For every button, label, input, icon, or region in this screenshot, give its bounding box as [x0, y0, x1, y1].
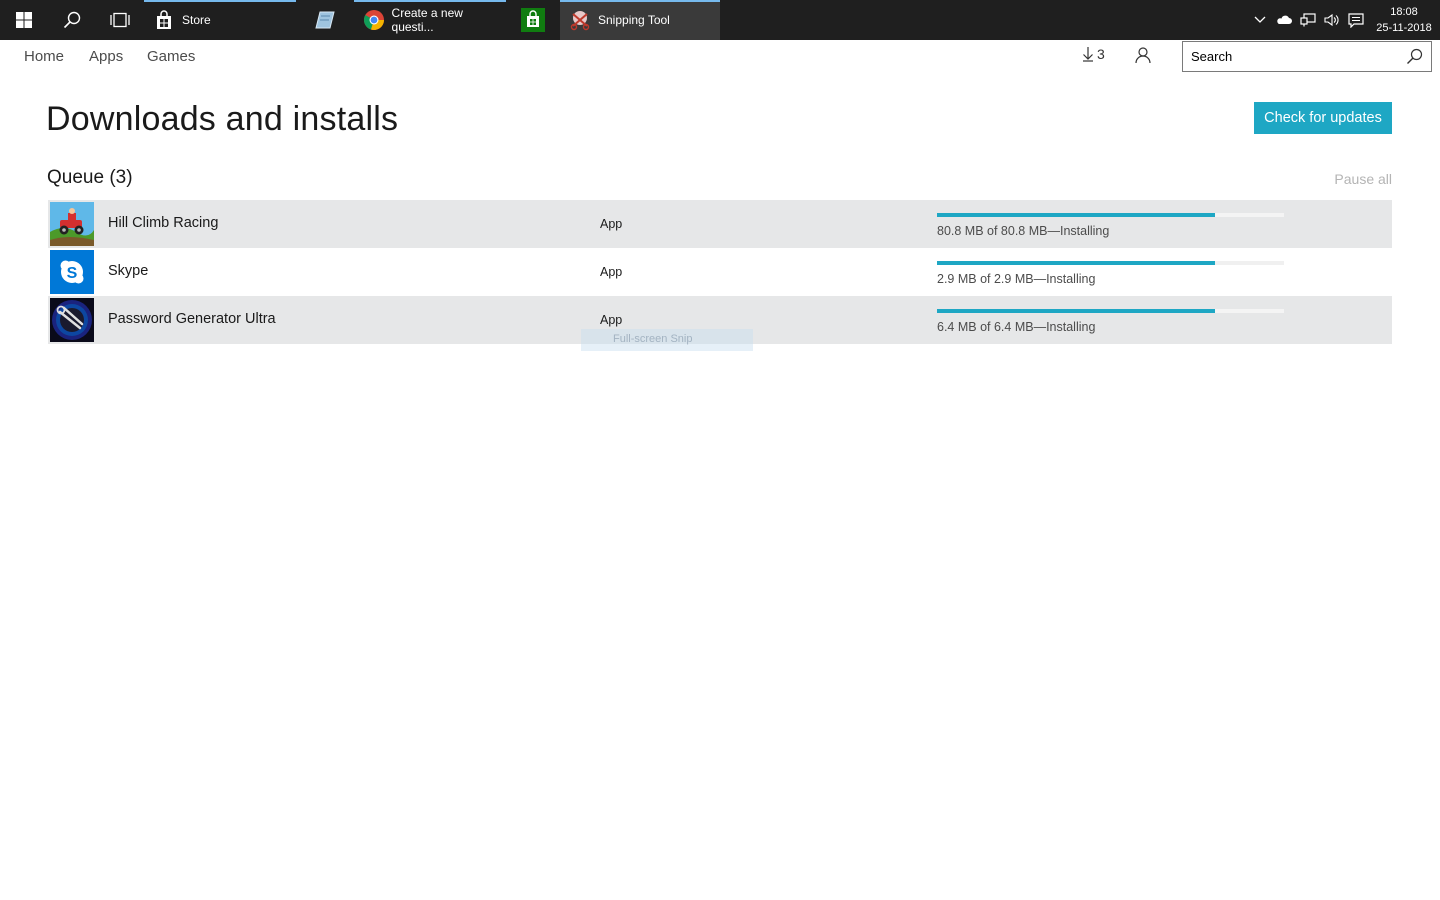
nav-games[interactable]: Games	[147, 48, 195, 65]
clock-time: 18:08	[1390, 6, 1418, 18]
snip-tooltip-label: Full-screen Snip	[613, 333, 693, 345]
app-type: App	[600, 313, 623, 327]
svg-text:S: S	[67, 265, 78, 282]
progress-fill	[937, 309, 1215, 313]
taskbar-app-store[interactable]: Store	[144, 0, 296, 40]
queue-list: Hill Climb Racing App 80.8 MB of 80.8 MB…	[48, 200, 1392, 344]
store-icon	[152, 8, 176, 32]
volume-tray-button[interactable]	[1320, 0, 1344, 40]
hill-climb-racing-icon	[50, 202, 94, 246]
app-name: Hill Climb Racing	[108, 215, 219, 231]
downloads-button[interactable]: 3	[1082, 46, 1105, 62]
download-icon	[1083, 47, 1093, 62]
notepad-icon	[313, 8, 337, 32]
clock[interactable]: 18:08 25-11-2018	[1368, 4, 1440, 36]
app-type: App	[600, 217, 623, 231]
chevron-up-icon	[1254, 16, 1266, 23]
system-tray: 18:08 25-11-2018	[1248, 0, 1440, 40]
cloud-icon	[1277, 15, 1292, 24]
app-name: Skype	[108, 263, 149, 279]
snip-tooltip: Full-screen Snip	[581, 329, 753, 351]
progress-status: 2.9 MB of 2.9 MB—Installing	[937, 272, 1096, 286]
task-view-icon	[110, 12, 130, 28]
taskbar-app-store-bag[interactable]	[506, 0, 560, 40]
progress-fill	[937, 261, 1215, 265]
progress-status: 80.8 MB of 80.8 MB—Installing	[937, 224, 1110, 238]
taskbar-app-chrome[interactable]: Create a new questi...	[354, 0, 506, 40]
start-button[interactable]	[0, 0, 48, 40]
snipping-tool-icon	[568, 8, 592, 32]
progress-status: 6.4 MB of 6.4 MB—Installing	[937, 320, 1096, 334]
taskbar-app-label: Create a new questi...	[391, 6, 463, 34]
nav-home[interactable]: Home	[24, 48, 64, 65]
windows-logo-icon	[16, 12, 32, 28]
clock-date: 25-11-2018	[1376, 22, 1432, 34]
person-icon	[1135, 47, 1151, 64]
page-title: Downloads and installs	[46, 100, 399, 138]
taskbar-app-label: Snipping Tool	[598, 13, 670, 27]
check-for-updates-button[interactable]: Check for updates	[1254, 102, 1392, 134]
taskbar-app-snipping-tool[interactable]: Snipping Tool	[560, 0, 720, 40]
progress-bar	[937, 309, 1284, 313]
account-button[interactable]	[1134, 46, 1152, 69]
chrome-icon	[362, 8, 386, 32]
show-hidden-icons-button[interactable]	[1248, 0, 1272, 40]
queue-row[interactable]: S Skype App 2.9 MB of 2.9 MB—Installing	[48, 248, 1392, 296]
notification-icon	[1348, 12, 1364, 28]
search-icon	[63, 11, 81, 29]
taskbar-app-notepad[interactable]	[296, 0, 354, 40]
nav-apps[interactable]: Apps	[89, 48, 123, 65]
app-name: Password Generator Ultra	[108, 311, 276, 327]
password-generator-icon	[50, 298, 94, 342]
store-nav: Home Apps Games 3	[0, 40, 1440, 74]
search-box[interactable]	[1182, 41, 1432, 72]
taskbar-search-button[interactable]	[48, 0, 96, 40]
network-icon	[1300, 13, 1316, 27]
pause-all-button[interactable]: Pause all	[1334, 171, 1392, 187]
app-type: App	[600, 265, 623, 279]
progress-bar	[937, 261, 1284, 265]
skype-icon: S	[50, 250, 94, 294]
queue-title: Queue (3)	[47, 167, 133, 188]
onedrive-tray-button[interactable]	[1272, 0, 1296, 40]
search-icon	[1407, 48, 1423, 64]
search-submit-button[interactable]	[1406, 48, 1423, 70]
download-count: 3	[1097, 46, 1105, 62]
search-input[interactable]	[1191, 49, 1391, 64]
progress-fill	[937, 213, 1215, 217]
speaker-icon	[1324, 13, 1339, 27]
store-bag-icon	[521, 8, 545, 32]
taskbar-app-label: Store	[182, 13, 211, 27]
network-tray-button[interactable]	[1296, 0, 1320, 40]
action-center-button[interactable]	[1344, 0, 1368, 40]
taskbar: Store Create a new questi... Snipping To…	[0, 0, 1440, 40]
progress-bar	[937, 213, 1284, 217]
queue-row[interactable]: Hill Climb Racing App 80.8 MB of 80.8 MB…	[48, 200, 1392, 248]
task-view-button[interactable]	[96, 0, 144, 40]
